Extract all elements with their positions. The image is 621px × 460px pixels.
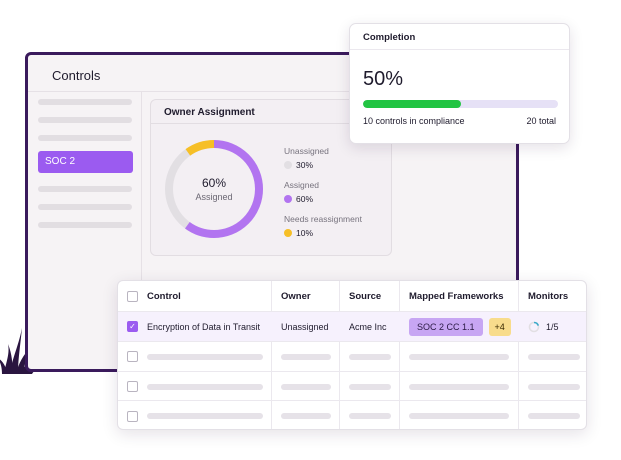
cell-placeholder [281,354,331,360]
framework-tag[interactable]: SOC 2 CC 1.1 [409,317,483,336]
completion-progress-bar [363,100,558,108]
legend-value: 10% [296,228,314,238]
row-checkbox[interactable] [127,351,138,362]
completion-total: 20 total [526,116,556,126]
sidebar-item-placeholder[interactable] [38,117,132,123]
completion-progress-fill [363,100,461,108]
row-checkbox-checked[interactable]: ✓ [127,321,138,332]
framework-more-badge[interactable]: +4 [488,317,511,336]
table-row[interactable] [118,342,586,372]
cell-placeholder [349,384,391,390]
row-checkbox[interactable] [127,380,138,392]
legend-value: 30% [296,160,314,170]
cell-placeholder [147,413,263,419]
cell-placeholder [147,354,263,360]
table-row[interactable] [118,372,586,401]
donut-center-label: Assigned [195,192,233,202]
column-header-owner[interactable]: Owner [281,281,311,311]
column-header-source[interactable]: Source [349,281,381,311]
table-row[interactable]: ✓ Encryption of Data in Transit Unassign… [118,312,586,342]
cell-placeholder [528,413,580,419]
owner-assignment-title: Owner Assignment [164,107,255,118]
cell-placeholder [281,413,331,419]
cell-owner: Unassigned [281,321,329,332]
legend-name: Needs reassignment [284,214,362,224]
sidebar-item-placeholder[interactable] [38,135,132,141]
legend-name: Assigned [284,180,319,190]
sidebar-item-placeholder[interactable] [38,99,132,105]
row-checkbox[interactable] [127,410,138,422]
sidebar-item-placeholder[interactable] [38,186,132,192]
legend-dot [284,195,292,203]
cell-placeholder [147,384,263,390]
sidebar-item-soc2[interactable]: SOC 2 [38,151,133,173]
column-header-monitors[interactable]: Monitors [528,281,568,311]
completion-percent: 50% [363,68,404,90]
cell-placeholder [409,384,509,390]
completion-title: Completion [363,32,416,43]
table-row[interactable] [118,401,586,429]
monitor-progress-icon [528,321,540,332]
legend-name: Unassigned [284,146,329,156]
completion-card: Completion 50% 10 controls in compliance… [349,23,570,144]
sidebar-item-placeholder[interactable] [38,222,132,228]
cell-source: Acme Inc [349,321,387,332]
cell-placeholder [409,354,509,360]
cell-placeholder [349,354,391,360]
table-header-row: Control Owner Source Mapped Frameworks M… [118,281,586,312]
legend-item-assigned: Assigned 60% [284,180,319,204]
legend-item-unassigned: Unassigned 30% [284,146,329,170]
sidebar-item-placeholder[interactable] [38,204,132,210]
cell-placeholder [528,354,580,360]
cell-control: Encryption of Data in Transit [147,321,261,332]
select-all-checkbox[interactable] [127,290,138,302]
window-title: Controls [52,68,101,83]
legend-value: 60% [296,194,314,204]
legend-dot [284,161,292,169]
completion-compliance-count: 10 controls in compliance [363,116,465,126]
cell-placeholder [281,384,331,390]
cell-placeholder [409,413,509,419]
cell-placeholder [349,413,391,419]
cell-monitors: 1/5 [546,321,559,332]
controls-table: Control Owner Source Mapped Frameworks M… [117,280,587,430]
column-header-mapped-frameworks[interactable]: Mapped Frameworks [409,281,504,311]
column-header-control[interactable]: Control [147,281,181,311]
legend-item-needs-reassignment: Needs reassignment 10% [284,214,362,238]
card-divider [350,49,569,50]
donut-center-value: 60% [201,176,227,190]
cell-placeholder [528,384,580,390]
legend-dot [284,229,292,237]
